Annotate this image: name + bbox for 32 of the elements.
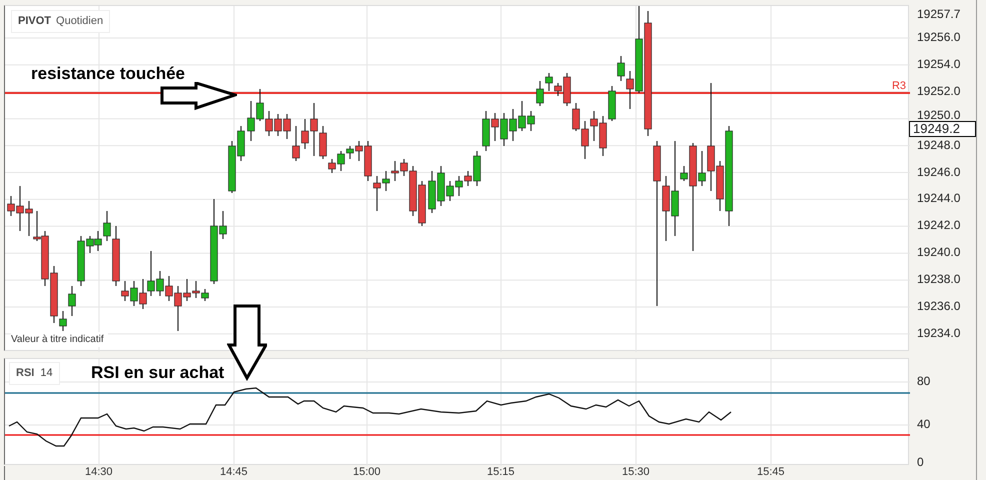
price-tick-label: 19250.0 <box>917 108 960 122</box>
annotation-text: RSI en sur achat <box>91 362 224 384</box>
price-tick-label: 19236.0 <box>917 299 960 313</box>
price-tick-label: 19252.0 <box>917 84 960 98</box>
symbol-label: PIVOT <box>18 14 52 29</box>
price-tick-label: 19254.0 <box>917 56 960 71</box>
right-arrow-icon <box>160 82 237 112</box>
rsi-tick-label: 40 <box>917 417 930 431</box>
price-tick-label: 19248.0 <box>917 138 960 152</box>
rsi-tick-label: 0 <box>917 455 924 469</box>
time-tick-label: 15:00 <box>353 466 381 479</box>
indicator-name: RSI <box>16 366 34 381</box>
price-tick-label: 19246.0 <box>917 164 960 178</box>
current-price-label: 19249.2 <box>909 121 976 137</box>
time-tick-label: 15:30 <box>622 466 650 479</box>
price-tick-label: 19257.7 <box>917 7 960 21</box>
price-tick-label: 19244.0 <box>917 191 960 206</box>
pivot-label: R3 <box>892 79 906 94</box>
price-tick-label: 19240.0 <box>917 245 960 260</box>
indicator-period: 14 <box>40 366 53 381</box>
time-tick-label: 14:30 <box>85 466 113 479</box>
price-tick-label: 19242.0 <box>917 218 960 232</box>
time-tick-label: 14:45 <box>220 466 248 479</box>
time-tick-label: 15:15 <box>487 466 515 479</box>
rsi-tick-label: 80 <box>917 374 930 388</box>
price-tick-label: 19238.0 <box>917 272 960 286</box>
disclaimer-text: Valeur à titre indicatif <box>11 332 108 347</box>
period-label: Quotidien <box>56 14 104 29</box>
price-tick-label: 19234.0 <box>917 326 960 340</box>
time-tick-label: 15:45 <box>757 466 785 479</box>
annotation-text: resistance touchée <box>31 63 186 85</box>
price-tick-label: 19256.0 <box>917 30 960 44</box>
